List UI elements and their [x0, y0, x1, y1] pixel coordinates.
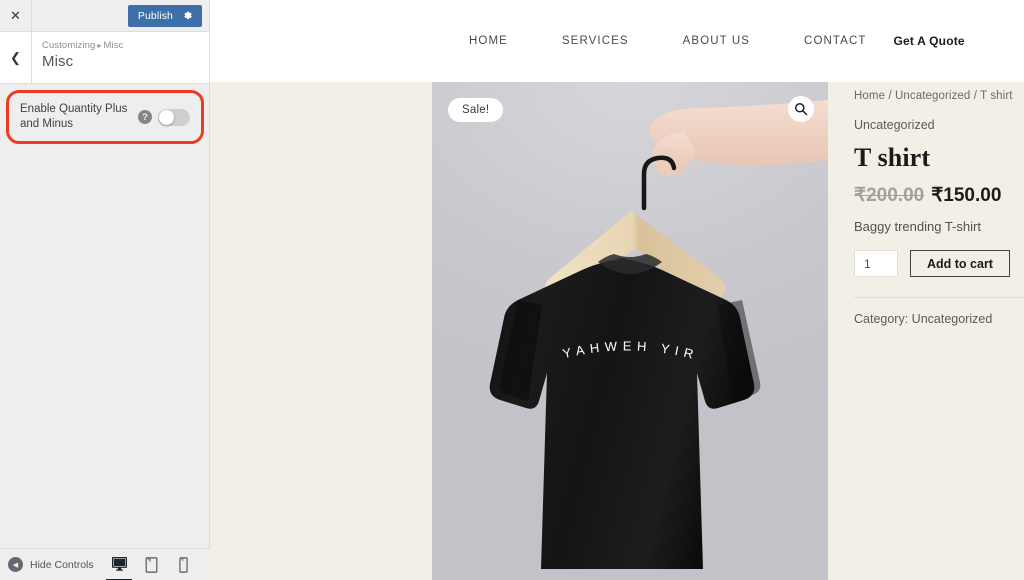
breadcrumb-category[interactable]: Uncategorized — [895, 90, 970, 102]
breadcrumb-separator-2: / — [973, 90, 978, 102]
desktop-icon[interactable] — [106, 556, 132, 580]
customizer-topbar: ✕ Publish — [0, 0, 209, 32]
device-preview-switcher — [106, 556, 202, 580]
topbar-spacer — [32, 0, 128, 31]
close-icon[interactable]: ✕ — [0, 0, 32, 31]
nav-item-home[interactable]: HOME — [442, 35, 535, 47]
help-icon[interactable]: ? — [138, 110, 152, 124]
product-section: YAHWEH YIREH Sale! Home / Uncategorize — [210, 82, 1024, 580]
breadcrumb: Customizing ▸ Misc — [42, 40, 123, 51]
customizer-footer: ◀ Hide Controls — [0, 548, 210, 580]
nav-item-contact[interactable]: CONTACT — [777, 35, 893, 47]
toggle-knob — [159, 109, 174, 125]
chevron-left-icon[interactable]: ❮ — [0, 32, 32, 83]
breadcrumb-current: T shirt — [980, 90, 1013, 102]
divider — [854, 297, 1024, 298]
breadcrumb-home[interactable]: Home — [854, 90, 885, 102]
quantity-plus-minus-toggle[interactable] — [158, 108, 190, 126]
product-short-description: Baggy trending T-shirt — [854, 219, 981, 234]
customizer-panel-header: ❮ Customizing ▸ Misc Misc — [0, 32, 209, 84]
publish-button-wrap: Publish — [127, 0, 209, 31]
panel-titles: Customizing ▸ Misc Misc — [32, 32, 123, 83]
product-title: T shirt — [854, 143, 931, 172]
breadcrumb-section: Misc — [103, 40, 124, 51]
sale-badge: Sale! — [448, 98, 504, 122]
customizer-screen: ✕ Publish ❮ Customizing ▸ Misc Misc Enab… — [0, 0, 1024, 580]
collapse-arrow-icon: ◀ — [8, 557, 23, 572]
product-meta-category: Category: Uncategorized — [854, 312, 993, 326]
breadcrumb-separator-1: / — [888, 90, 892, 102]
publish-button[interactable]: Publish — [127, 4, 202, 27]
site-preview: HOME SERVICES ABOUT US CONTACT Get A Quo… — [210, 0, 1024, 580]
product-gallery: YAHWEH YIREH Sale! — [432, 82, 828, 580]
product-price: ₹200.00 ₹150.00 — [854, 184, 1024, 207]
hide-controls-button[interactable]: ◀ Hide Controls — [8, 557, 110, 572]
add-to-cart-form: Add to cart — [854, 250, 1024, 277]
customizer-sidebar: ✕ Publish ❮ Customizing ▸ Misc Misc Enab… — [0, 0, 210, 580]
get-a-quote-button[interactable]: Get A Quote — [893, 34, 1024, 48]
site-header: HOME SERVICES ABOUT US CONTACT Get A Quo… — [210, 0, 1024, 82]
add-to-cart-button[interactable]: Add to cart — [910, 250, 1010, 277]
nav-item-services[interactable]: SERVICES — [535, 35, 656, 47]
customizer-controls-body: Enable Quantity Plus and Minus ? — [0, 84, 209, 580]
mobile-icon[interactable] — [174, 556, 192, 574]
product-category-label: Uncategorized — [854, 118, 935, 132]
product-photo: YAHWEH YIREH — [432, 82, 828, 580]
quantity-input[interactable] — [854, 250, 898, 277]
main-navigation: HOME SERVICES ABOUT US CONTACT — [442, 35, 893, 47]
search-icon[interactable] — [788, 96, 814, 122]
tablet-icon[interactable] — [142, 556, 160, 574]
breadcrumb-separator: ▸ — [97, 41, 102, 50]
price-original: ₹200.00 — [854, 185, 925, 206]
page-title: Misc — [42, 53, 74, 70]
product-summary: Home / Uncategorized / T shirt Uncategor… — [828, 82, 1024, 580]
hide-controls-label: Hide Controls — [30, 558, 94, 571]
nav-item-about-us[interactable]: ABOUT US — [656, 35, 777, 47]
product-breadcrumb: Home / Uncategorized / T shirt — [854, 90, 1024, 102]
publish-button-label: Publish — [137, 9, 173, 22]
control-enable-quantity-plus-minus[interactable]: Enable Quantity Plus and Minus ? — [6, 90, 204, 144]
control-label: Enable Quantity Plus and Minus — [20, 103, 128, 130]
price-sale: ₹150.00 — [931, 185, 1002, 206]
gear-icon[interactable] — [182, 10, 202, 21]
breadcrumb-prefix: Customizing — [42, 40, 96, 51]
